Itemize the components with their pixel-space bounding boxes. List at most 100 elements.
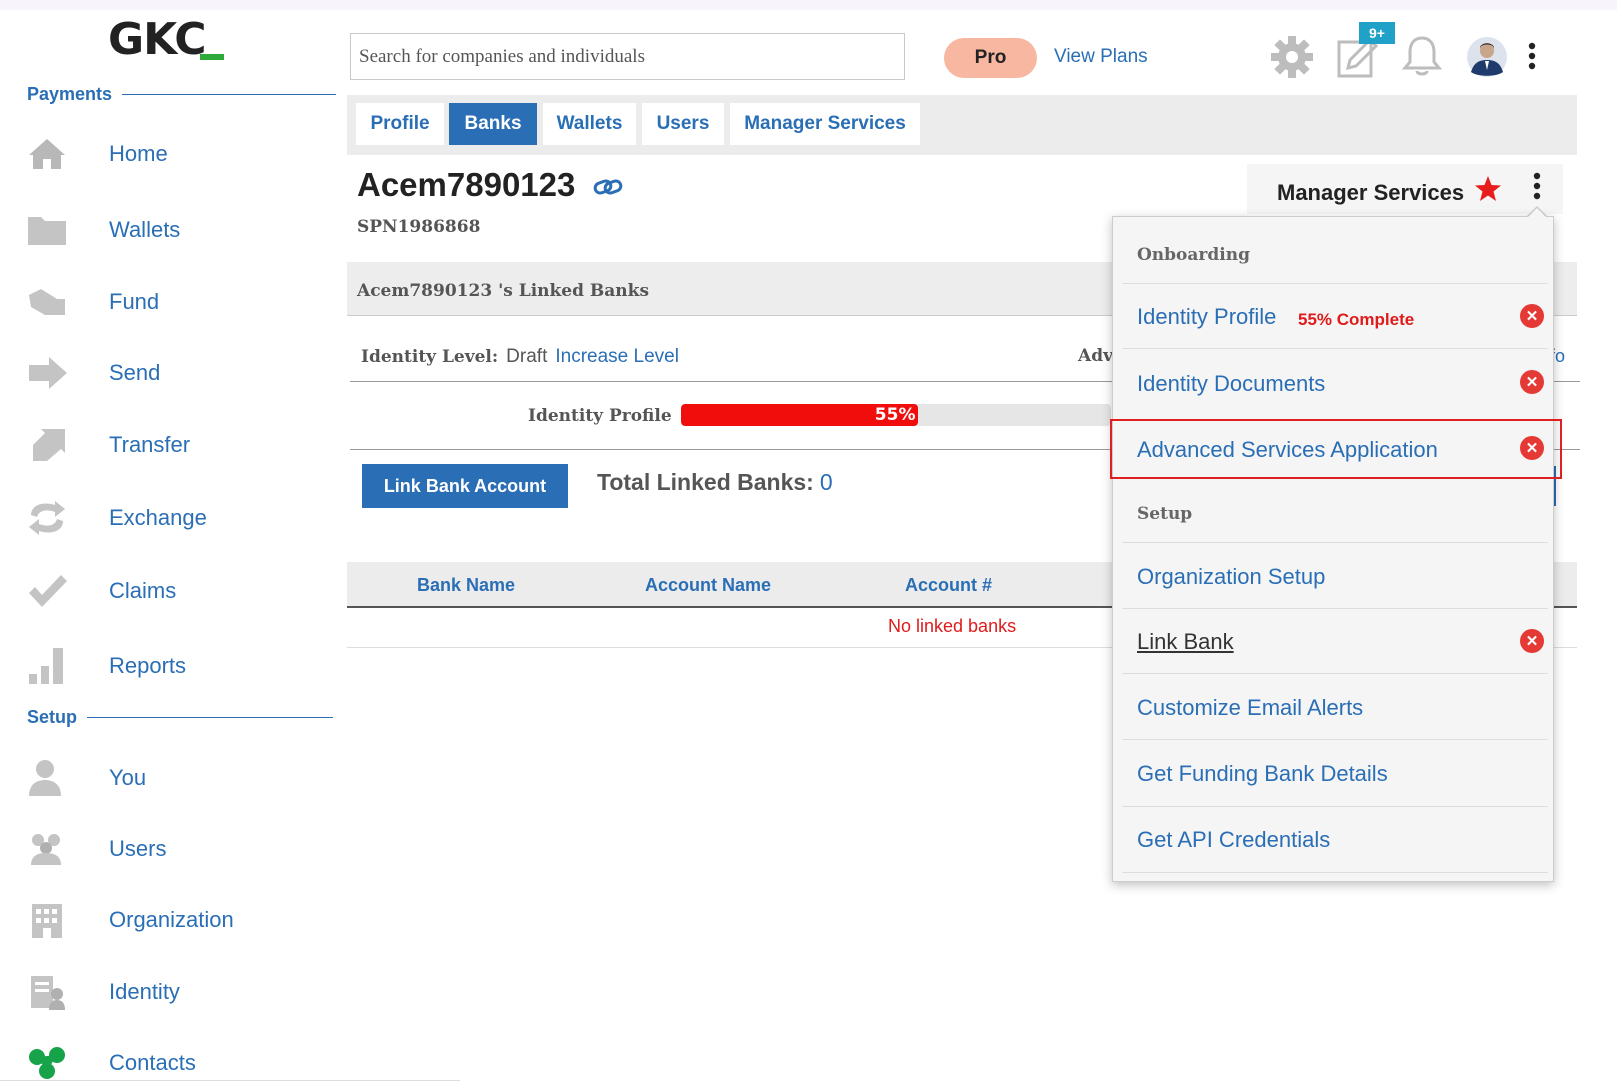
menu-item-get-api-credentials[interactable]: Get API Credentials (1137, 827, 1330, 853)
home-icon (27, 134, 69, 174)
more-vertical-icon[interactable] (1526, 42, 1538, 77)
contacts-icon (27, 1043, 69, 1083)
manager-services-title[interactable]: Manager Services (1277, 175, 1502, 209)
tab-banks[interactable]: Banks (449, 103, 537, 145)
column-account-name[interactable]: Account Name (645, 575, 771, 596)
sidebar-item-transfer[interactable]: Transfer (27, 425, 190, 465)
identity-profile-status: 55% Complete (1298, 310, 1415, 329)
identity-level-value: Draft (506, 346, 548, 367)
gear-icon[interactable] (1269, 34, 1315, 85)
sidebar-item-reports[interactable]: Reports (27, 646, 186, 686)
menu-divider (1122, 348, 1548, 349)
fund-hand-icon (27, 282, 69, 322)
total-linked-banks: Total Linked Banks: 0 (597, 469, 833, 496)
menu-item-identity-documents[interactable]: Identity Documents (1137, 371, 1325, 397)
sidebar-item-claims[interactable]: Claims (27, 571, 176, 611)
total-linked-value: 0 (819, 469, 833, 495)
identity-profile-label: Identity Profile (528, 406, 672, 426)
transfer-arrow-icon (27, 425, 69, 465)
account-name: Acem7890123 (357, 166, 576, 203)
menu-divider (1122, 542, 1548, 543)
menu-item-link-bank[interactable]: Link Bank (1137, 629, 1234, 655)
tab-wallets[interactable]: Wallets (543, 103, 636, 145)
sidebar-item-fund[interactable]: Fund (27, 282, 159, 322)
identity-progress-fill: 55% (681, 404, 918, 426)
send-arrow-icon (27, 353, 69, 393)
exchange-icon (27, 498, 69, 538)
building-icon (27, 900, 69, 940)
link-bank-account-button[interactable]: Link Bank Account (362, 464, 568, 508)
menu-item-organization-setup[interactable]: Organization Setup (1137, 564, 1325, 590)
increase-level-link[interactable]: Increase Level (555, 346, 679, 367)
sidebar-item-you[interactable]: You (27, 758, 146, 798)
sidebar-item-label: Exchange (109, 505, 207, 530)
menu-item-identity-profile[interactable]: Identity Profile (1137, 304, 1276, 330)
gkc-logo[interactable]: GKC (108, 14, 207, 65)
link-icon[interactable] (593, 168, 623, 206)
sidebar-item-label: Claims (109, 578, 177, 603)
bar-chart-icon (27, 646, 69, 686)
sidebar-item-users[interactable]: Users (27, 829, 166, 869)
section-divider (87, 717, 334, 718)
menu-header-setup: Setup (1137, 504, 1193, 524)
menu-item-customize-email-alerts[interactable]: Customize Email Alerts (1137, 695, 1363, 721)
sidebar-item-label: Reports (109, 653, 187, 678)
menu-divider (1122, 739, 1548, 740)
incomplete-x-icon: ✕ (1520, 370, 1544, 394)
bell-icon[interactable] (1401, 34, 1443, 83)
incomplete-x-icon: ✕ (1520, 304, 1544, 328)
menu-item-get-funding-bank-details[interactable]: Get Funding Bank Details (1137, 761, 1388, 787)
user-icon (27, 758, 69, 798)
sidebar-item-label: Contacts (109, 1050, 196, 1075)
menu-divider (1122, 283, 1548, 284)
menu-divider (1122, 608, 1548, 609)
menu-divider (1122, 806, 1548, 807)
identity-progress-text: 55% (874, 405, 916, 425)
check-icon (27, 571, 69, 611)
sidebar-item-identity[interactable]: Identity (27, 972, 180, 1012)
section-payments: Payments (27, 84, 337, 105)
tab-profile[interactable]: Profile (356, 103, 444, 145)
section-payments-label: Payments (27, 84, 113, 104)
search-input[interactable] (350, 33, 905, 80)
tab-users[interactable]: Users (642, 103, 724, 145)
logo-accent-bar (200, 54, 224, 60)
pro-plan-badge[interactable]: Pro (944, 38, 1037, 78)
section-setup: Setup (27, 707, 334, 728)
identity-icon (27, 972, 69, 1012)
sidebar-item-label: Identity (109, 979, 180, 1004)
menu-caret-inner (1528, 208, 1546, 217)
column-account-number[interactable]: Account # (905, 575, 992, 596)
account-title: Acem7890123 (357, 166, 623, 206)
top-strip (0, 0, 1617, 10)
sidebar-item-contacts[interactable]: Contacts (27, 1043, 196, 1083)
menu-divider (1122, 872, 1548, 873)
linked-banks-title: Acem7890123 's Linked Banks (357, 281, 650, 301)
star-icon (1474, 175, 1502, 209)
sidebar-item-label: Transfer (109, 432, 191, 457)
sidebar-item-label: You (109, 765, 147, 790)
manager-more-icon[interactable] (1531, 172, 1543, 207)
incomplete-x-icon: ✕ (1520, 629, 1544, 653)
sidebar-item-home[interactable]: Home (27, 134, 168, 174)
total-linked-label: Total Linked Banks: (597, 469, 814, 495)
tab-manager-services[interactable]: Manager Services (730, 103, 920, 145)
users-icon (27, 829, 69, 869)
notes-count-badge: 9+ (1359, 22, 1395, 44)
sidebar-item-exchange[interactable]: Exchange (27, 498, 207, 538)
sidebar-item-label: Users (109, 836, 167, 861)
no-linked-banks-message: No linked banks (888, 616, 1017, 636)
column-bank-name[interactable]: Bank Name (417, 575, 515, 596)
avatar[interactable] (1466, 36, 1508, 83)
sidebar-item-label: Wallets (109, 217, 181, 242)
sidebar-item-organization[interactable]: Organization (27, 900, 234, 940)
menu-divider (1122, 673, 1548, 674)
view-plans-link[interactable]: View Plans (1054, 46, 1148, 68)
bottom-divider (0, 1080, 460, 1081)
menu-item-advanced-services-application[interactable]: Advanced Services Application (1137, 437, 1438, 463)
identity-level-row: Identity Level: Draft Increase Level (361, 346, 679, 368)
sidebar-item-send[interactable]: Send (27, 353, 160, 393)
sidebar-item-wallets[interactable]: Wallets (27, 210, 180, 250)
section-setup-label: Setup (27, 707, 78, 727)
advanced-label-cut: Adv (1078, 346, 1113, 366)
